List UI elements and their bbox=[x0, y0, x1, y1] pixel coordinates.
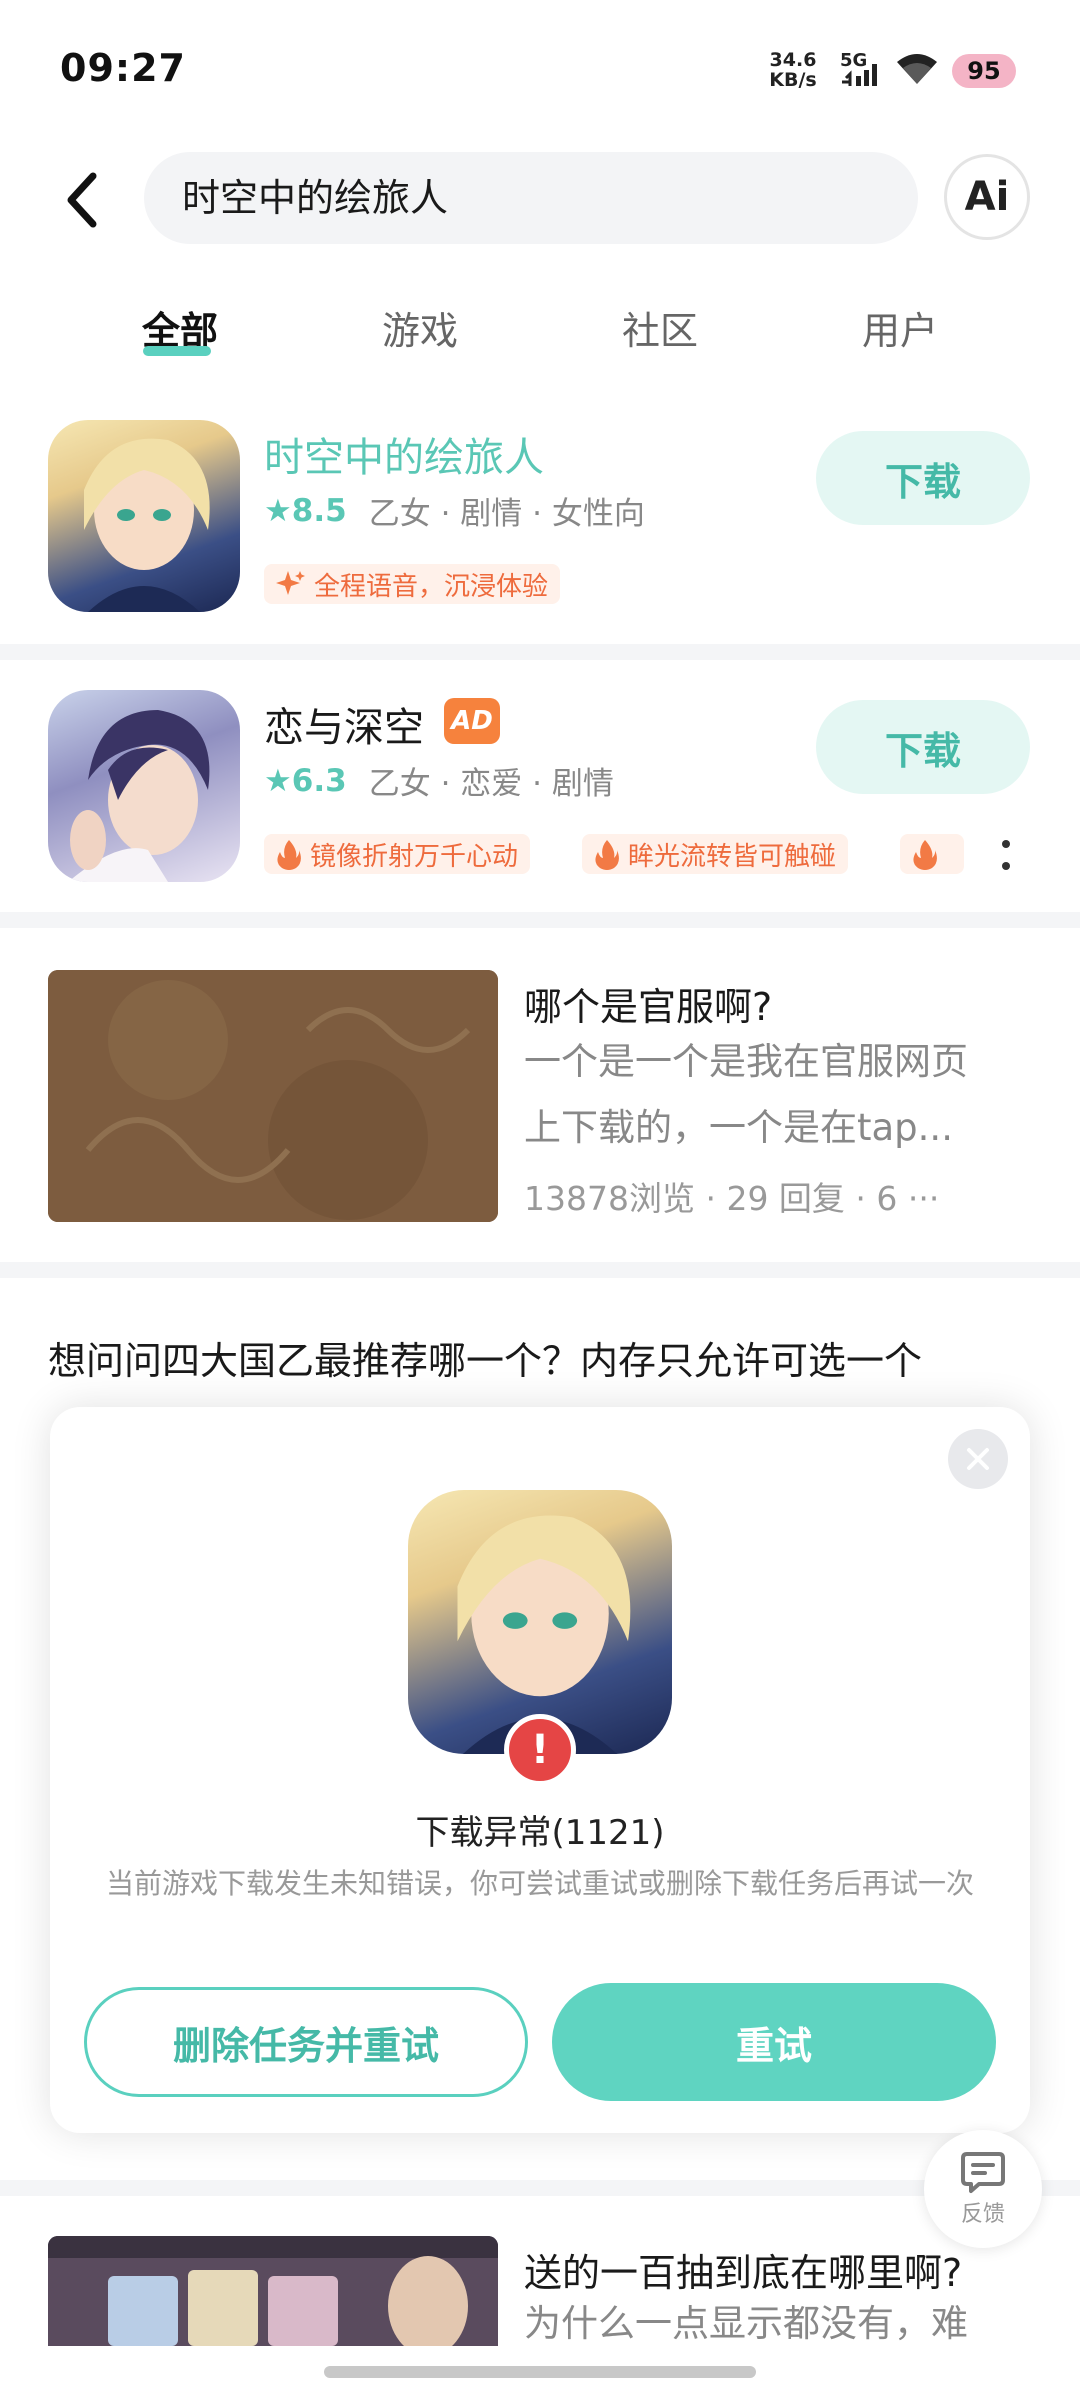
ai-assistant-button[interactable]: Ai bbox=[944, 154, 1030, 240]
ad-badge: AD bbox=[444, 698, 500, 744]
download-button[interactable]: 下载 bbox=[816, 431, 1030, 525]
game-rating-row: ★ 8.5 乙女 · 剧情 · 女性向 bbox=[264, 488, 645, 533]
back-button[interactable] bbox=[52, 165, 112, 235]
retry-button[interactable]: 重试 bbox=[552, 1983, 996, 2101]
game-title[interactable]: 恋与深空 bbox=[264, 695, 424, 753]
game-genres: 乙女 · 恋爱 · 剧情 bbox=[368, 766, 614, 802]
game-icon-huilvren[interactable] bbox=[48, 420, 240, 612]
game-tag: 眸光流转皆可触碰 bbox=[582, 834, 849, 874]
dialog-description: 当前游戏下载发生未知错误，你可尝试重试或删除下载任务后再试一次 bbox=[105, 1867, 974, 1900]
error-icon: ! bbox=[504, 1714, 576, 1786]
post-title[interactable]: 哪个是官服啊? bbox=[524, 976, 772, 1031]
post-excerpt-line1: 为什么一点显示都没有，难 bbox=[524, 2302, 968, 2344]
tab-games[interactable]: 游戏 bbox=[330, 300, 510, 355]
game-tag: 镜像折射万千心动 bbox=[264, 834, 531, 874]
network-speed: 34.6 KB/s bbox=[763, 50, 823, 90]
status-time: 09:27 bbox=[60, 46, 186, 90]
feedback-icon bbox=[961, 2152, 1005, 2193]
divider bbox=[0, 644, 1080, 660]
game-tag: 全程语音，沉浸体验 bbox=[264, 564, 561, 604]
feedback-button[interactable]: 反馈 bbox=[924, 2130, 1042, 2248]
post-excerpt-line1: 一个是一个是我在官服网页 bbox=[524, 1040, 968, 1083]
post-title[interactable]: 想问问四大国乙最推荐哪一个？内存只允许可选一个 bbox=[48, 1330, 922, 1385]
game-rating: 6.3 bbox=[291, 762, 347, 799]
signal-icon: 5G bbox=[840, 50, 882, 90]
fire-icon bbox=[595, 840, 619, 870]
feedback-label: 反馈 bbox=[960, 2202, 1005, 2227]
dialog-title: 下载异常(1121) bbox=[415, 1813, 665, 1853]
network-speed-value: 34.6 bbox=[769, 49, 817, 71]
close-button[interactable] bbox=[948, 1429, 1008, 1489]
game-rating: 8.5 bbox=[291, 492, 347, 529]
divider bbox=[0, 1262, 1080, 1278]
fire-icon bbox=[913, 840, 937, 870]
game-rating-row: ★ 6.3 乙女 · 恋爱 · 剧情 bbox=[264, 758, 614, 803]
game-icon-lianyushenkong[interactable] bbox=[48, 690, 240, 882]
search-query-text: 时空中的绘旅人 bbox=[182, 176, 449, 220]
active-tab-indicator bbox=[143, 346, 211, 356]
game-tag-text: 全程语音，沉浸体验 bbox=[314, 571, 549, 602]
game-tag-text: 镜像折射万千心动 bbox=[310, 841, 519, 872]
wifi-icon bbox=[895, 52, 939, 86]
post-title[interactable]: 送的一百抽到底在哪里啊? bbox=[524, 2242, 962, 2297]
search-input[interactable]: 时空中的绘旅人 bbox=[144, 152, 918, 244]
post-meta: 13878浏览 · 29 回复 · 6 ··· bbox=[524, 1179, 940, 1218]
close-icon bbox=[967, 1448, 989, 1470]
post-thumbnail[interactable] bbox=[48, 2236, 498, 2346]
game-tag-overflow bbox=[900, 834, 964, 874]
game-title[interactable]: 时空中的绘旅人 bbox=[264, 425, 544, 483]
tab-community[interactable]: 社区 bbox=[570, 300, 750, 355]
network-speed-unit: KB/s bbox=[769, 69, 817, 91]
back-arrow-icon bbox=[67, 172, 97, 228]
tab-users[interactable]: 用户 bbox=[810, 300, 990, 355]
post-excerpt-line2: 上下载的，一个是在tap... bbox=[524, 1106, 953, 1149]
game-tag-text: 眸光流转皆可触碰 bbox=[628, 841, 837, 872]
divider bbox=[0, 912, 1080, 928]
ai-label: Ai bbox=[964, 174, 1010, 220]
fire-icon bbox=[277, 840, 301, 870]
divider bbox=[0, 2180, 1080, 2196]
battery-indicator: 95 bbox=[952, 54, 1016, 88]
download-error-dialog: ! 下载异常(1121) 当前游戏下载发生未知错误，你可尝试重试或删除下载任务后… bbox=[50, 1407, 1030, 2133]
star-icon: ★ bbox=[264, 492, 292, 529]
delete-and-retry-button[interactable]: 删除任务并重试 bbox=[84, 1987, 528, 2097]
star-icon: ★ bbox=[264, 762, 292, 799]
download-button[interactable]: 下载 bbox=[816, 700, 1030, 794]
more-icon[interactable] bbox=[996, 838, 1016, 872]
home-indicator[interactable] bbox=[324, 2366, 756, 2378]
game-genres: 乙女 · 剧情 · 女性向 bbox=[368, 496, 645, 532]
post-thumbnail[interactable] bbox=[48, 970, 498, 1222]
sparkle-icon bbox=[276, 571, 305, 595]
